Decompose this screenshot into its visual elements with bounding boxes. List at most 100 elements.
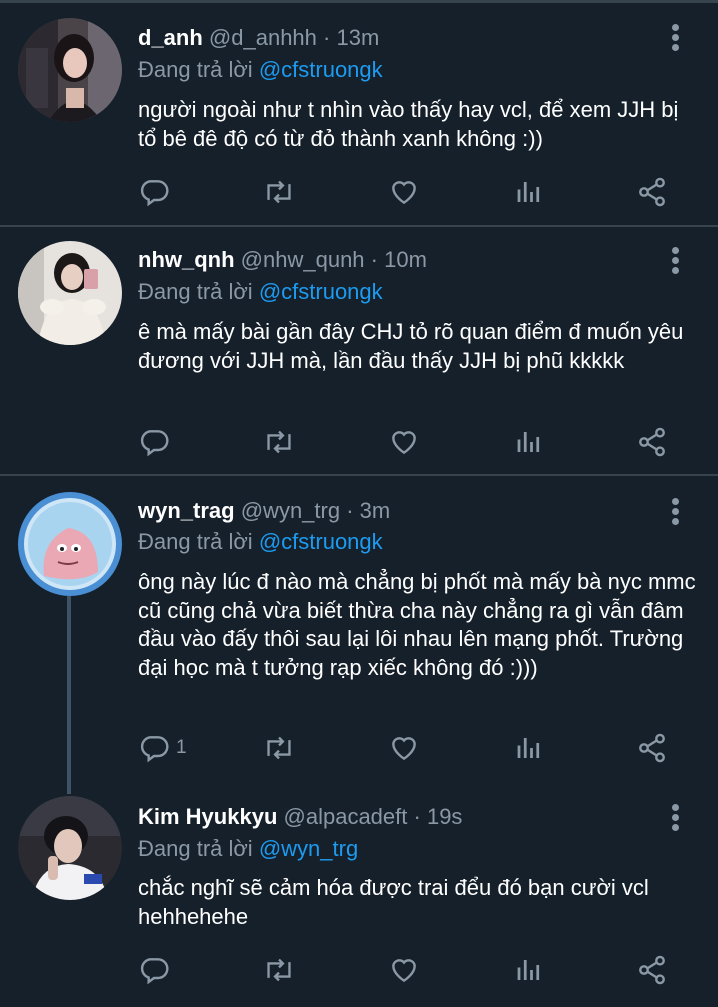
more-vertical-icon (672, 498, 679, 505)
retweet-button[interactable] (262, 172, 296, 212)
tweet-header: Kim Hyukkyu @alpacadeft · 19s (138, 803, 462, 831)
share-button[interactable] (636, 422, 668, 462)
more-options-button[interactable] (664, 20, 688, 54)
display-name[interactable]: d_anh (138, 25, 203, 50)
tweet-text: ông này lúc đ nào mà chẳng bị phốt mà mấ… (138, 569, 696, 680)
share-icon (639, 177, 665, 207)
share-button[interactable] (636, 172, 668, 212)
reply-button[interactable] (138, 172, 176, 212)
more-options-button[interactable] (664, 243, 688, 277)
reply-icon (140, 958, 169, 985)
retweet-icon (267, 180, 291, 204)
share-icon (639, 733, 665, 763)
action-bar (0, 950, 718, 990)
more-dot (672, 824, 679, 831)
replying-to: Đang trả lời @cfstruongk (138, 56, 383, 84)
retweet-icon (267, 430, 291, 454)
replying-to: Đang trả lời @cfstruongk (138, 528, 383, 556)
avatar[interactable] (18, 796, 122, 900)
more-vertical-icon (672, 247, 679, 254)
replying-to: Đang trả lời @wyn_trg (138, 835, 358, 863)
mention-link[interactable]: @cfstruongk (259, 57, 383, 82)
like-button[interactable] (388, 950, 420, 990)
separator-dot: · (346, 498, 354, 523)
tweet-3[interactable]: wyn_trag @wyn_trg · 3m Đang trả lời @cfs… (0, 476, 718, 786)
tweet-2[interactable]: nhw_qnh @nhw_qunh · 10m Đang trả lời @cf… (0, 227, 718, 475)
like-button[interactable] (388, 728, 420, 768)
action-bar: 1 (0, 728, 718, 768)
replying-to: Đang trả lời @cfstruongk (138, 278, 383, 306)
like-button[interactable] (388, 422, 420, 462)
analytics-button[interactable] (514, 172, 544, 212)
heart-icon (392, 737, 416, 761)
share-icon (639, 427, 665, 457)
retweet-icon (267, 736, 291, 760)
reply-button[interactable] (138, 950, 176, 990)
share-icon (639, 955, 665, 985)
more-vertical-icon (672, 804, 679, 811)
separator-dot: · (413, 804, 421, 829)
user-handle[interactable]: @d_anhhh (209, 25, 317, 50)
tweet-4[interactable]: Kim Hyukkyu @alpacadeft · 19s Đang trả l… (0, 786, 718, 1007)
tweet-text: chắc nghĩ sẽ cảm hóa được trai đểu đó bạ… (138, 875, 649, 929)
mention-link[interactable]: @cfstruongk (259, 529, 383, 554)
timestamp[interactable]: 10m (384, 247, 427, 272)
analytics-icon (517, 432, 540, 452)
analytics-button[interactable] (514, 950, 544, 990)
tweet-1[interactable]: d_anh @d_anhhh · 13m Đang trả lời @cfstr… (0, 0, 718, 226)
mention-link[interactable]: @wyn_trg (259, 836, 358, 861)
analytics-button[interactable] (514, 728, 544, 768)
more-dot (672, 508, 679, 515)
more-dot (672, 34, 679, 41)
more-dot (672, 518, 679, 525)
display-name[interactable]: nhw_qnh (138, 247, 235, 272)
reply-icon (140, 180, 169, 207)
user-handle[interactable]: @wyn_trg (241, 498, 340, 523)
replying-label: Đang trả lời (138, 279, 253, 304)
separator-dot: · (323, 25, 331, 50)
retweet-button[interactable] (262, 422, 296, 462)
retweet-button[interactable] (262, 728, 296, 768)
replying-label: Đang trả lời (138, 57, 253, 82)
heart-icon (392, 431, 416, 455)
user-handle[interactable]: @nhw_qunh (241, 247, 365, 272)
heart-icon (392, 181, 416, 205)
share-button[interactable] (636, 950, 668, 990)
more-options-button[interactable] (664, 494, 688, 528)
reply-button[interactable] (138, 422, 176, 462)
replying-label: Đang trả lời (138, 836, 253, 861)
share-button[interactable] (636, 728, 668, 768)
more-dot (672, 257, 679, 264)
action-bar (0, 422, 718, 462)
reply-button[interactable]: 1 (138, 728, 187, 768)
user-handle[interactable]: @alpacadeft (284, 804, 408, 829)
retweet-button[interactable] (262, 950, 296, 990)
avatar[interactable] (18, 241, 122, 345)
reply-icon (140, 430, 169, 457)
display-name[interactable]: Kim Hyukkyu (138, 804, 277, 829)
mention-link[interactable]: @cfstruongk (259, 279, 383, 304)
timestamp[interactable]: 13m (336, 25, 379, 50)
like-button[interactable] (388, 172, 420, 212)
analytics-button[interactable] (514, 422, 544, 462)
analytics-icon (517, 738, 540, 758)
analytics-icon (517, 182, 540, 202)
display-name[interactable]: wyn_trag (138, 498, 235, 523)
timestamp[interactable]: 3m (360, 498, 391, 523)
separator-dot: · (370, 247, 378, 272)
more-options-button[interactable] (664, 800, 688, 834)
timestamp[interactable]: 19s (427, 804, 462, 829)
tweet-header: d_anh @d_anhhh · 13m (138, 24, 379, 52)
avatar[interactable] (18, 18, 122, 122)
reply-count: 1 (176, 737, 187, 758)
retweet-icon (267, 958, 291, 982)
action-bar (0, 172, 718, 212)
tweet-text: ê mà mấy bài gần đây CHJ tỏ rõ quan điểm… (138, 319, 684, 373)
analytics-icon (517, 960, 540, 980)
more-dot (672, 814, 679, 821)
avatar[interactable] (18, 492, 122, 596)
tweet-header: wyn_trag @wyn_trg · 3m (138, 497, 390, 525)
heart-icon (392, 959, 416, 983)
more-dot (672, 267, 679, 274)
reply-icon (140, 736, 169, 763)
